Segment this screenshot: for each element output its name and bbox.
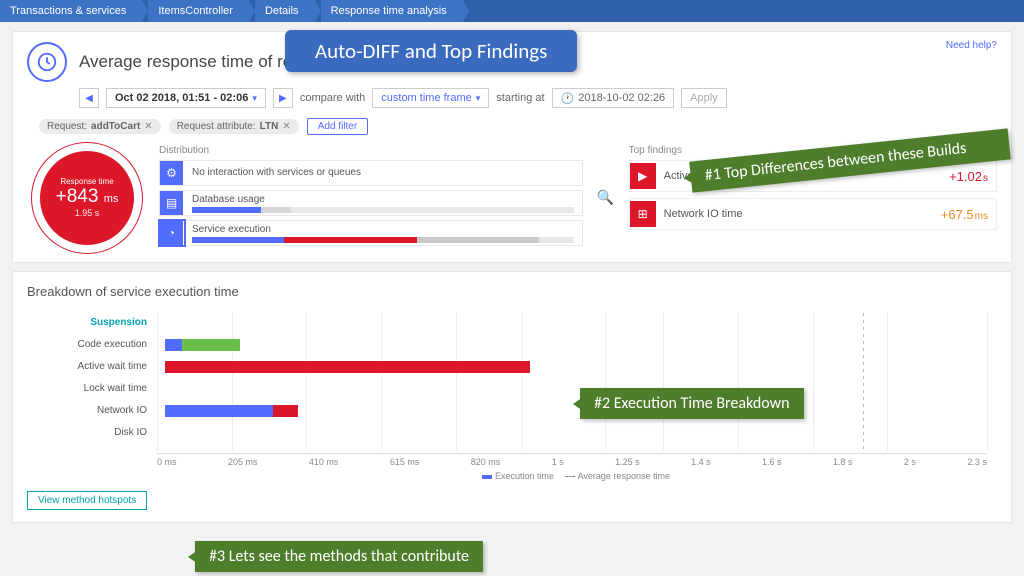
callout-banner: Auto-DIFF and Top Findings xyxy=(285,30,577,72)
starting-at-label: starting at xyxy=(496,92,544,104)
starting-at-input[interactable]: 🕐2018-10-02 02:26 xyxy=(552,88,675,108)
crumb-response-time[interactable]: Response time analysis xyxy=(321,0,463,22)
add-filter-button[interactable]: Add filter xyxy=(307,118,368,135)
response-delta: +843 ms xyxy=(56,186,119,208)
finding-value: +1.02s xyxy=(949,169,996,184)
response-label: Response time xyxy=(60,177,113,186)
time-prev-button[interactable]: ◀ xyxy=(79,88,99,108)
compare-label: compare with xyxy=(300,92,365,104)
time-range-picker[interactable]: Oct 02 2018, 01:51 - 02:06▾ xyxy=(106,88,266,108)
crumb-details[interactable]: Details xyxy=(255,0,315,22)
axis-lock-wait[interactable]: Lock wait time xyxy=(27,379,147,397)
response-time-gauge[interactable]: Response time +843 ms 1.95 s xyxy=(40,151,134,245)
gear-icon: ⚙ xyxy=(160,161,184,185)
axis-code-exec[interactable]: Code execution xyxy=(27,335,147,353)
filter-chip-request[interactable]: Request: addToCart ✕ xyxy=(39,119,161,134)
callout-2: #2 Execution Time Breakdown xyxy=(580,388,804,419)
finding-value: +67.5ms xyxy=(941,207,996,222)
response-total: 1.95 s xyxy=(75,208,100,218)
breakdown-chart: Suspension Code execution Active wait ti… xyxy=(157,313,987,451)
axis-suspension[interactable]: Suspension xyxy=(27,313,147,331)
breakdown-panel: Breakdown of service execution time Susp… xyxy=(12,271,1012,523)
database-icon: ▤ xyxy=(160,191,184,215)
magnify-icon[interactable]: 🔍 xyxy=(595,187,617,209)
dist-row-none[interactable]: ⚙ No interaction with services or queues xyxy=(159,160,583,186)
finding-label: Network IO time xyxy=(664,208,933,220)
crumb-transactions[interactable]: Transactions & services xyxy=(0,0,142,22)
dist-row-db[interactable]: ▤ Database usage xyxy=(159,190,583,216)
breadcrumb: Transactions & services ItemsController … xyxy=(0,0,1024,22)
help-link[interactable]: Need help? xyxy=(946,40,997,51)
time-next-button[interactable]: ▶ xyxy=(273,88,293,108)
view-method-hotspots-button[interactable]: View method hotspots xyxy=(27,491,147,510)
callout-3: #3 Lets see the methods that contribute xyxy=(195,541,483,572)
time-toolbar: ◀ Oct 02 2018, 01:51 - 02:06▾ ▶ compare … xyxy=(79,88,997,108)
dist-label: No interaction with services or queues xyxy=(192,167,574,178)
axis-active-wait[interactable]: Active wait time xyxy=(27,357,147,375)
axis-network-io[interactable]: Network IO xyxy=(27,401,147,419)
finding-network-io[interactable]: ⊞ Network IO time +67.5ms xyxy=(629,198,997,230)
dist-label: Service execution xyxy=(192,224,574,235)
play-icon: ▶ xyxy=(630,163,656,189)
dist-bar-db xyxy=(192,207,574,213)
dist-label: Database usage xyxy=(192,194,574,205)
distribution-heading: Distribution xyxy=(159,145,583,156)
filter-chips: Request: addToCart ✕ Request attribute: … xyxy=(39,118,997,135)
network-icon: ⊞ xyxy=(630,201,656,227)
axis-disk-io[interactable]: Disk IO xyxy=(27,423,147,441)
filter-chip-attr[interactable]: Request attribute: LTN ✕ xyxy=(169,119,299,134)
stopwatch-icon: ◔ xyxy=(160,221,184,245)
x-axis: 0 ms205 ms410 ms615 ms820 ms1 s1.25 s1.4… xyxy=(157,453,987,481)
crumb-itemscontroller[interactable]: ItemsController xyxy=(148,0,249,22)
dist-bar-service xyxy=(192,237,574,243)
chart-legend: Execution time Average response time xyxy=(157,471,987,481)
clock-icon xyxy=(27,42,67,82)
compare-mode-select[interactable]: custom time frame▾ xyxy=(372,88,489,108)
chip-remove-icon[interactable]: ✕ xyxy=(282,121,290,132)
apply-button[interactable]: Apply xyxy=(681,88,727,108)
clock-small-icon: 🕐 xyxy=(561,92,575,105)
dist-row-service[interactable]: ◔ Service execution xyxy=(159,220,583,246)
breakdown-title: Breakdown of service execution time xyxy=(27,284,997,299)
chip-remove-icon[interactable]: ✕ xyxy=(144,121,152,132)
